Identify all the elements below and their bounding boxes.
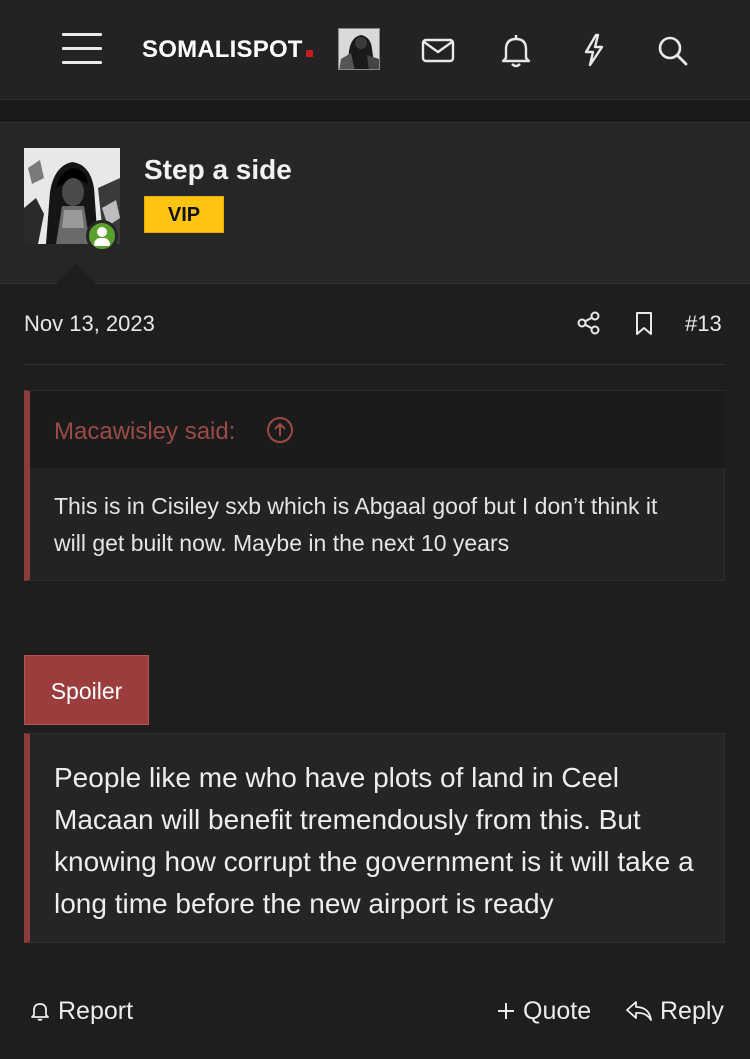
mail-icon[interactable] [418,30,458,70]
site-logo[interactable]: SOMALISPOT [142,36,313,64]
quote-label: Quote [523,996,592,1025]
lightning-icon[interactable] [574,30,614,70]
search-icon[interactable] [652,30,692,70]
reply-button[interactable]: Reply [624,995,724,1027]
share-icon[interactable] [575,309,603,337]
bookmark-icon[interactable] [630,309,658,337]
report-label: Report [58,996,134,1025]
quote-text: This is in Cisiley sxb which is Abgaal g… [54,493,658,556]
spoiler-text: People like me who have plots of land in… [54,762,694,919]
logo-dot [305,50,313,57]
post-author-name[interactable]: Step a side [144,154,292,186]
divider [24,364,725,365]
header-gap [0,101,750,122]
bell-icon[interactable] [496,30,536,70]
post-number-link[interactable]: #13 [685,311,722,337]
reply-arrow-icon [626,1001,652,1021]
quote-button[interactable]: Quote [495,995,591,1027]
quote-block: Macawisley said: This is in Cisiley sxb … [24,390,725,581]
reply-label: Reply [660,996,724,1025]
plus-icon [498,1003,514,1019]
header-pointer [56,263,96,284]
quote-author[interactable]: Macawisley said: [54,418,235,446]
quote-header[interactable]: Macawisley said: [30,391,725,468]
vip-badge: VIP [144,196,224,233]
top-navbar: SOMALISPOT [0,0,750,100]
report-button[interactable]: Report [28,995,133,1027]
post-date[interactable]: Nov 13, 2023 [24,311,155,337]
bell-icon [31,1003,49,1021]
arrow-up-circle-icon[interactable] [265,415,295,445]
menu-icon[interactable] [62,33,102,65]
user-avatar[interactable] [338,28,380,70]
post-user-header: Step a side VIP [0,122,750,284]
spoiler-content: People like me who have plots of land in… [24,733,725,943]
spoiler-button[interactable]: Spoiler [24,655,149,725]
online-status-icon [86,220,118,252]
